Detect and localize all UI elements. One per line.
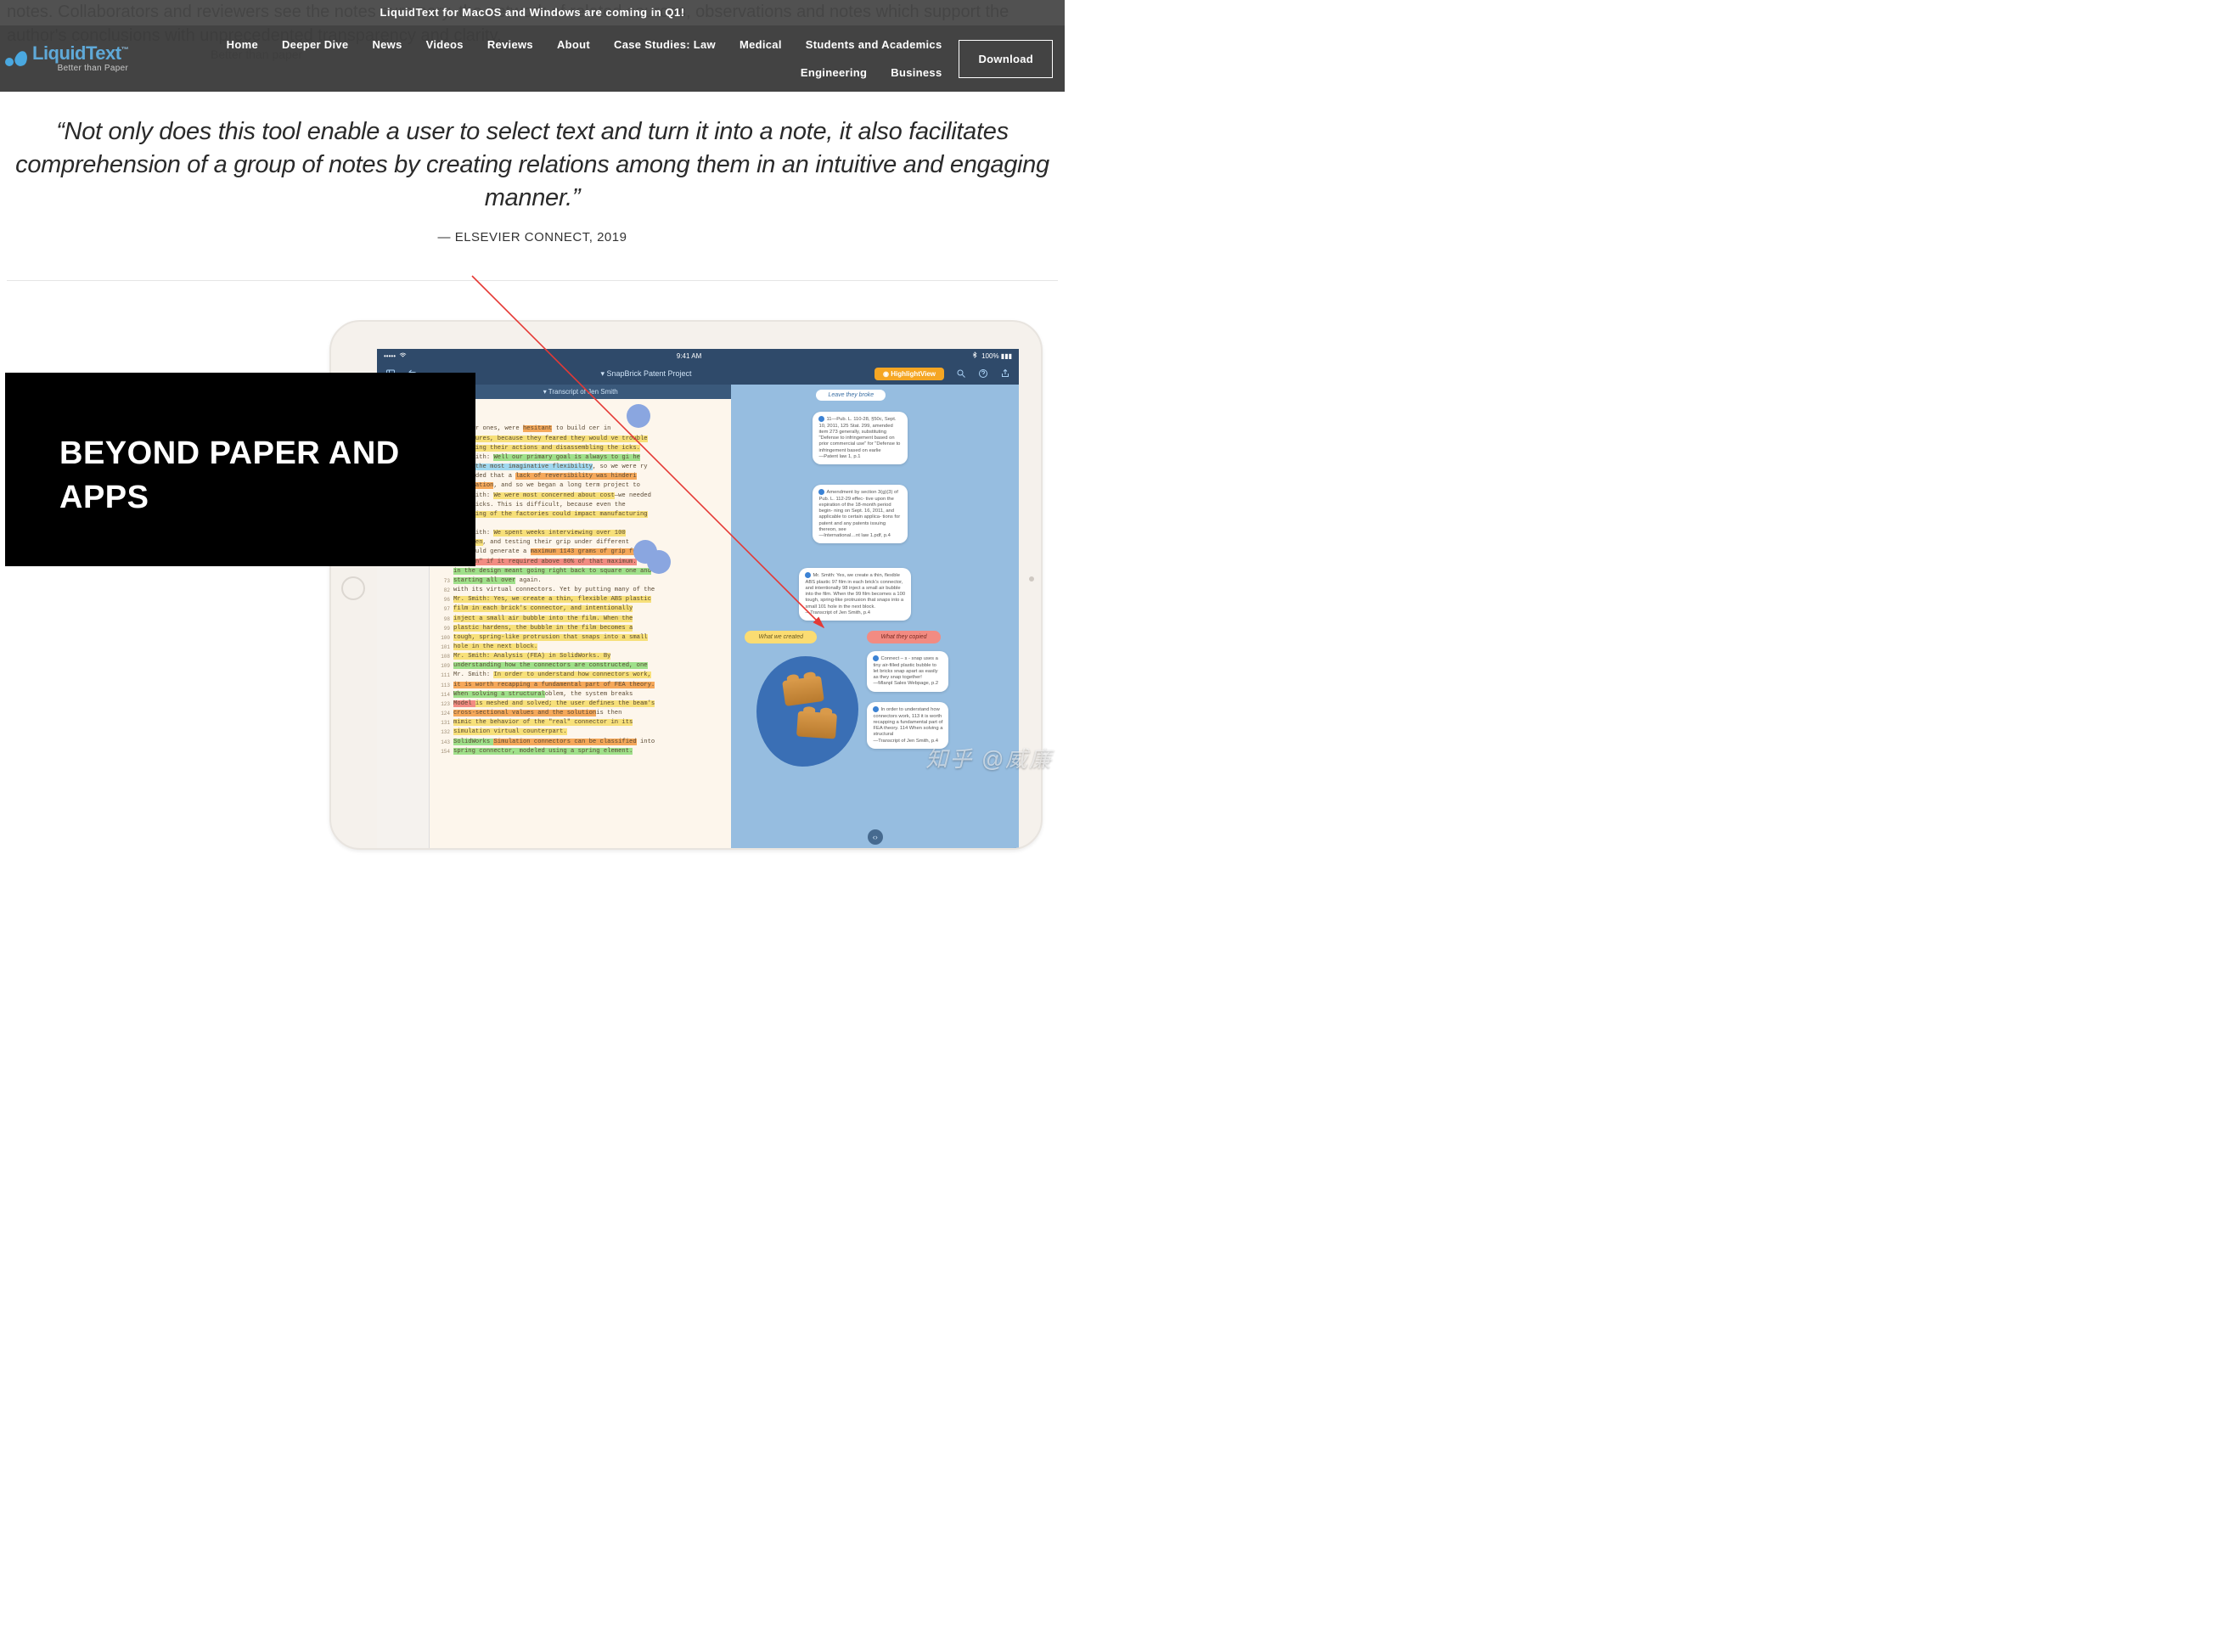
help-icon[interactable] <box>978 368 988 379</box>
quote-attribution: — ELSEVIER CONNECT, 2019 <box>15 230 1049 244</box>
doc-line[interactable]: P 5123Model is meshed and solved; the us… <box>435 700 726 709</box>
doc-line[interactable]: 63"broken" if it required above 80% of t… <box>435 558 726 567</box>
doc-line[interactable]: child the most imaginative flexibility, … <box>435 463 726 472</box>
logo-tagline: Better than Paper <box>32 65 128 73</box>
signal-icon: ••••• <box>384 352 396 360</box>
doc-line[interactable]: children, and testing their grip under d… <box>435 538 726 548</box>
doc-line[interactable]: 99 plastic hardens, the bubble in the fi… <box>435 624 726 633</box>
brick-icon <box>796 711 837 739</box>
doc-line[interactable]: reversing their actions and disassemblin… <box>435 444 726 453</box>
canvas-note[interactable]: Connect – s - snap uses a tiny air-fille… <box>867 651 948 691</box>
status-time: 9:41 AM <box>677 352 701 360</box>
bluetooth-icon <box>971 351 978 360</box>
doc-line[interactable]: Mr. Smith: Well our primary goal is alwa… <box>435 453 726 463</box>
notes-canvas[interactable]: Leave they broke What we created What th… <box>731 385 1019 848</box>
doc-line[interactable]: 143SolidWorks Simulation connectors can … <box>435 738 726 747</box>
status-battery: 100% ▮▮▮ <box>981 352 1012 360</box>
tag-what-they-copied[interactable]: What they copied <box>867 631 940 643</box>
doc-line[interactable]: in the design meant going right back to … <box>435 567 726 576</box>
share-icon[interactable] <box>1000 368 1010 379</box>
doc-line[interactable]: 101 hole in the next block. <box>435 643 726 652</box>
hero-overlay-box: BEYOND PAPER AND APPS <box>5 373 475 566</box>
download-button[interactable]: Download <box>959 40 1053 78</box>
announcement-bar: LiquidText for MacOS and Windows are com… <box>0 0 1065 25</box>
doc-line[interactable]: retooling of the factories could impact … <box>435 510 726 520</box>
canvas-note[interactable]: Mr. Smith: Yes, we create a thin, flexib… <box>799 568 911 621</box>
doc-line[interactable]: 124cross-sectional values and the soluti… <box>435 709 726 718</box>
doc-line[interactable]: 82with its virtual connectors. Yet by pu… <box>435 586 726 595</box>
doc-line[interactable]: 111Mr. Smith: In order to understand how… <box>435 671 726 680</box>
brick-icon <box>783 676 825 706</box>
quote-section: “Not only does this tool enable a user t… <box>0 92 1065 280</box>
nav-link-case-studies-law[interactable]: Case Studies: Law <box>614 38 716 51</box>
doc-line[interactable]: 100 tough, spring-like protrusion that s… <box>435 633 726 643</box>
nav-link-about[interactable]: About <box>557 38 590 51</box>
wifi-icon <box>399 351 407 361</box>
doc-line[interactable]: Mr. Smith: We were most concerned about … <box>435 492 726 501</box>
doc-line[interactable]: 131mimic the behavior of the "real" conn… <box>435 718 726 728</box>
nav-link-home[interactable]: Home <box>227 38 258 51</box>
doc-line[interactable]: concluded that a lack of reversibility w… <box>435 472 726 481</box>
nav-link-deeper-dive[interactable]: Deeper Dive <box>282 38 348 51</box>
doc-line[interactable]: P 6154spring connector, modeled using a … <box>435 747 726 756</box>
canvas-blob-shape <box>756 656 858 767</box>
watermark-text: 知乎 @威廉 <box>925 742 1053 773</box>
hero-section: ••••• 9:41 AM 100% ▮▮▮ ▾ SnapBrick <box>0 320 1065 778</box>
doc-line[interactable]: 73starting all over again. <box>435 576 726 586</box>
ipad-home-button-icon <box>341 576 365 600</box>
doc-line[interactable]: 113it is worth recapping a fundamental p… <box>435 681 726 690</box>
canvas-group-title[interactable]: Leave they broke <box>816 390 886 401</box>
nav-link-engineering[interactable]: Engineering <box>801 66 867 79</box>
hero-title: BEYOND PAPER AND APPS <box>59 432 421 520</box>
nav-link-news[interactable]: News <box>372 38 402 51</box>
doc-line[interactable]: P 496Mr. Smith: Yes, we create a thin, f… <box>435 595 726 604</box>
status-bar: ••••• 9:41 AM 100% ▮▮▮ <box>377 349 1019 362</box>
doc-line[interactable]: younger ones, were hesitant to build cer… <box>435 424 726 434</box>
doc-line[interactable]: 132simulation virtual counterpart. <box>435 728 726 737</box>
doc-line[interactable]: structures, because they feared they wou… <box>435 435 726 444</box>
ipad-side-button-icon <box>1029 576 1034 582</box>
nav-link-business[interactable]: Business <box>891 66 942 79</box>
doc-line[interactable]: costs. <box>435 520 726 529</box>
highlight-view-button[interactable]: ◉ HighlightView <box>874 368 944 380</box>
nav-link-videos[interactable]: Videos <box>426 38 464 51</box>
doc-line[interactable]: 109understanding how the connectors are … <box>435 661 726 671</box>
canvas-note[interactable]: Amendment by section 3(g)(3) of Pub. L. … <box>813 485 908 543</box>
project-title[interactable]: ▾ SnapBrick Patent Project <box>600 369 691 379</box>
doc-line[interactable]: 97 film in each brick's connector, and i… <box>435 604 726 614</box>
quote-text: “Not only does this tool enable a user t… <box>15 115 1049 215</box>
logo[interactable]: LiquidText™ Better than Paper <box>5 44 128 73</box>
nav-link-reviews[interactable]: Reviews <box>487 38 533 51</box>
search-icon[interactable] <box>956 368 966 379</box>
doc-line[interactable]: the bricks. This is difficult, because e… <box>435 501 726 510</box>
canvas-note[interactable]: 11—Pub. L. 110-28, §50c, Sept. 10, 2011,… <box>813 412 908 464</box>
doc-line[interactable]: imagination, and so we began a long term… <box>435 481 726 491</box>
logo-mark-icon <box>5 51 27 66</box>
doc-line[interactable]: 98 inject a small air bubble into the fi… <box>435 615 726 624</box>
nav-links: Home Deeper Dive News Videos Reviews About Cas… <box>128 31 959 86</box>
doc-line[interactable]: 108Mr. Smith: Analysis (FEA) in SolidWor… <box>435 652 726 661</box>
logo-text: LiquidText™ <box>32 44 128 63</box>
section-divider <box>7 280 1058 281</box>
scroll-indicator-icon[interactable]: ‹› <box>868 829 883 845</box>
doc-line[interactable]: 114When solving a structuraloblem, the s… <box>435 690 726 700</box>
doc-line[interactable]: P 359old could generate a maximum 1143 g… <box>435 548 726 557</box>
doc-line[interactable]: Mr. Smith: We spent weeks interviewing o… <box>435 529 726 538</box>
nav-link-students-and-academics[interactable]: Students and Academics <box>806 38 942 51</box>
tag-what-we-created[interactable]: What we created <box>745 631 817 643</box>
nav-link-medical[interactable]: Medical <box>740 38 782 51</box>
main-navbar: LiquidText™ Better than Paper Home Deeper… <box>0 25 1065 92</box>
